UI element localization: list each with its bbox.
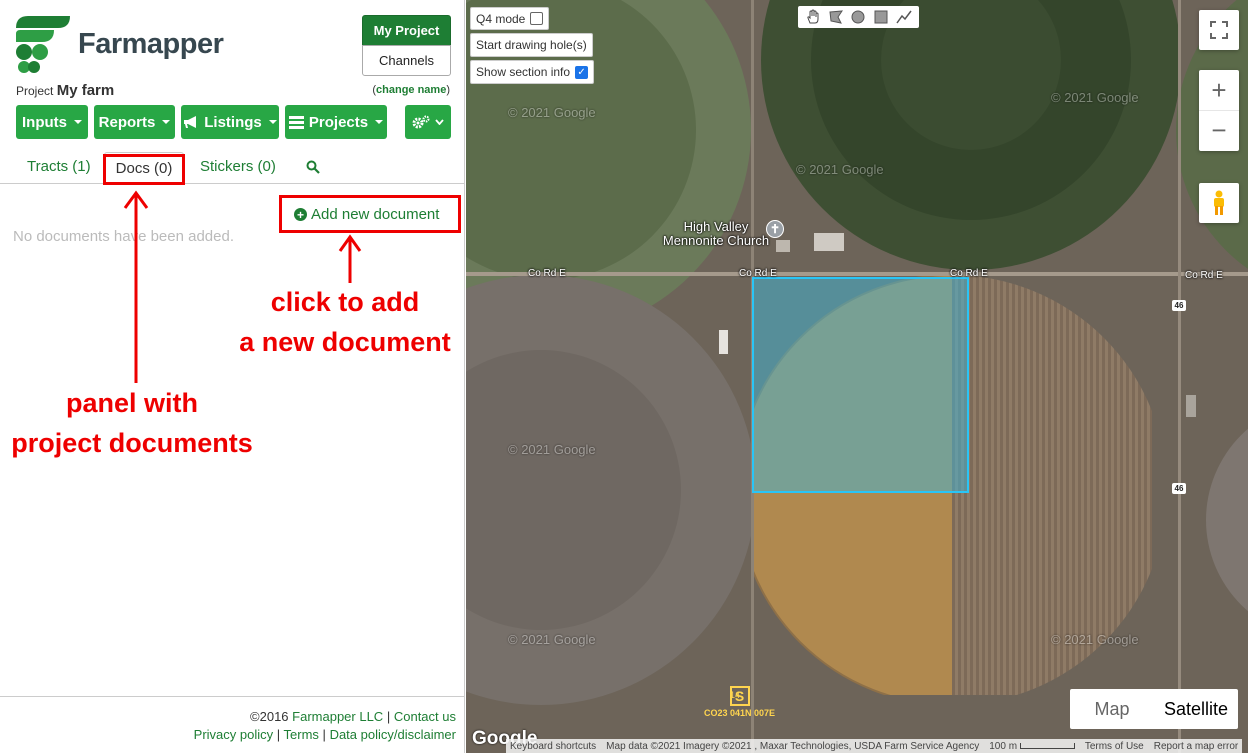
keyboard-shortcuts-link[interactable]: Keyboard shortcuts xyxy=(510,741,596,752)
footer-line-1: ©2016 Farmapper LLC | Contact us xyxy=(250,709,456,724)
terms-of-use-link[interactable]: Terms of Use xyxy=(1085,741,1144,752)
watermark: © 2021 Google xyxy=(508,632,596,647)
contact-link[interactable]: Contact us xyxy=(394,709,456,724)
route-shield: 46 xyxy=(1172,300,1186,311)
road-label: Co Rd E xyxy=(950,268,988,279)
annotation-add-text: click to add a new document xyxy=(239,287,451,357)
zoom-in-button[interactable]: + xyxy=(1199,71,1239,111)
arrow-up-icon xyxy=(338,234,362,283)
app-root: Farmapper My Project Channels Project My… xyxy=(0,0,1248,753)
watermark: © 2021 Google xyxy=(508,105,596,120)
privacy-link[interactable]: Privacy policy xyxy=(194,727,273,742)
polygon-icon[interactable] xyxy=(828,9,844,25)
field-polygon[interactable] xyxy=(752,277,969,493)
fullscreen-icon[interactable] xyxy=(1199,10,1239,50)
map-data-text: Map data ©2021 Imagery ©2021 , Maxar Tec… xyxy=(606,740,980,752)
watermark: © 2021 Google xyxy=(1051,90,1139,105)
zoom-control: + − xyxy=(1199,70,1239,151)
poi-church-label[interactable]: High Valley Mennonite Church xyxy=(646,220,786,248)
road-label: Co Rd E xyxy=(1185,270,1223,281)
pegman-icon[interactable] xyxy=(1199,183,1239,223)
terms-link[interactable]: Terms xyxy=(284,727,319,742)
road-label: Co Rd E xyxy=(739,268,777,279)
rectangle-icon[interactable] xyxy=(873,9,889,25)
watermark: © 2021 Google xyxy=(796,162,884,177)
map-attribution: Keyboard shortcuts Map data ©2021 Imager… xyxy=(506,739,1243,753)
zoom-out-button[interactable]: − xyxy=(1199,111,1239,151)
satellite-map[interactable]: © 2021 Google © 2021 Google © 2021 Googl… xyxy=(466,0,1248,753)
arrow-up-icon xyxy=(123,190,149,383)
route-shield: 46 xyxy=(1172,483,1186,494)
church-cross-icon[interactable]: ✝ xyxy=(766,220,784,238)
circle-icon[interactable] xyxy=(850,9,866,25)
watermark: © 2021 Google xyxy=(1051,632,1139,647)
company-link[interactable]: Farmapper LLC xyxy=(292,709,383,724)
map-type-satellite-button[interactable]: Satellite xyxy=(1154,689,1238,729)
hand-icon[interactable] xyxy=(805,9,821,25)
footer-line-2: Privacy policy | Terms | Data policy/dis… xyxy=(193,727,456,742)
section-number: 14 xyxy=(730,690,741,700)
report-error-link[interactable]: Report a map error xyxy=(1154,741,1238,752)
watermark: © 2021 Google xyxy=(508,442,596,457)
map-type-control: Map Satellite xyxy=(1070,689,1238,729)
road-label: Co Rd E xyxy=(528,268,566,279)
data-policy-link[interactable]: Data policy/disclaimer xyxy=(330,727,456,742)
map-type-map-button[interactable]: Map xyxy=(1070,689,1154,729)
q4-mode-checkbox[interactable] xyxy=(530,12,544,25)
left-panel: Farmapper My Project Channels Project My… xyxy=(0,0,465,753)
draw-holes-button[interactable]: Start drawing hole(s) xyxy=(470,33,593,57)
footer: ©2016 Farmapper LLC | Contact us Privacy… xyxy=(0,696,464,753)
drawing-toolbar xyxy=(798,6,919,28)
scale-bar xyxy=(1019,742,1075,749)
scale-label[interactable]: 100 m xyxy=(989,741,1075,752)
q4-mode-control[interactable]: Q4 mode xyxy=(470,7,550,30)
annotation-panel-text: panel with project documents xyxy=(11,388,253,458)
section-info-checkbox[interactable]: ✓ xyxy=(575,65,589,79)
polyline-icon[interactable] xyxy=(896,9,912,25)
section-info-control[interactable]: Show section info ✓ xyxy=(470,60,595,84)
